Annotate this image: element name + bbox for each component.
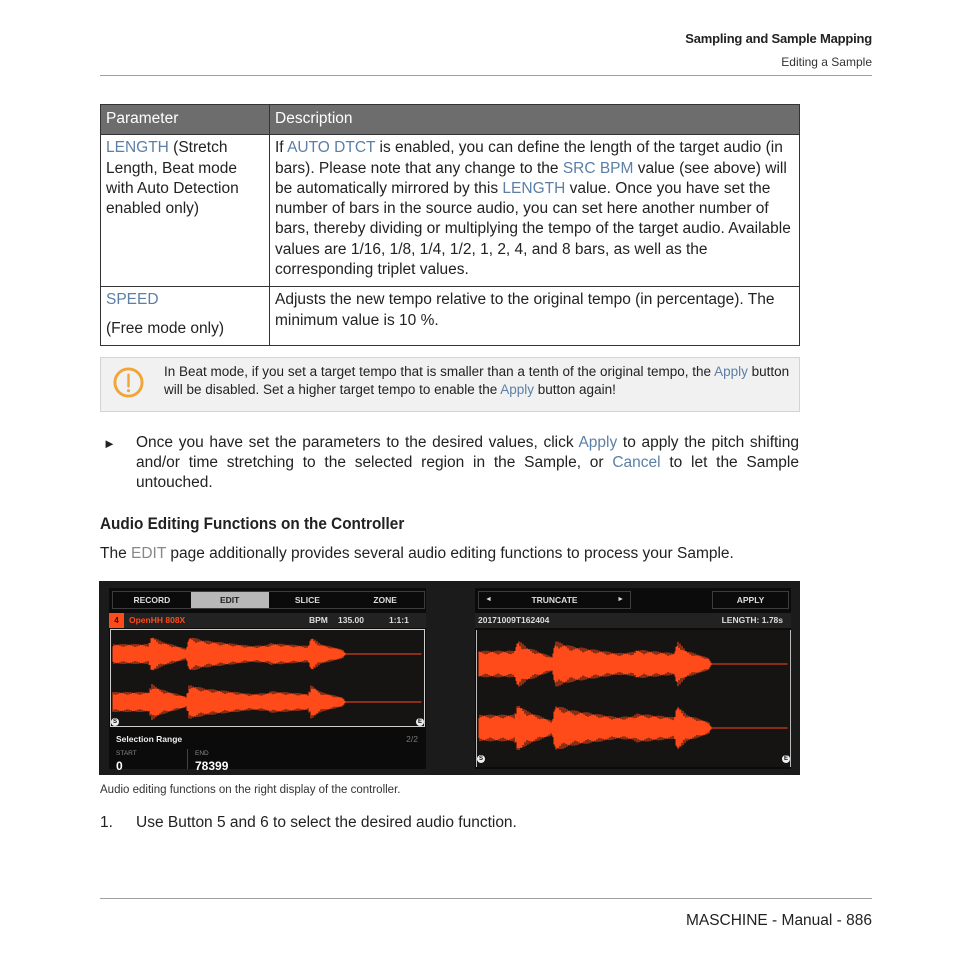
end-value[interactable]: 78399 [195,759,228,773]
end-label: END [195,750,209,757]
bullet-arrow-icon: ► [103,436,116,451]
table-row: SPEED (Free mode only) Adjusts the new te… [100,286,800,346]
tab-edit[interactable]: EDIT [190,592,269,608]
tab-record[interactable]: RECORD [113,592,191,608]
tab-slice[interactable]: SLICE [269,592,347,608]
section-title: Editing a Sample [781,55,872,69]
end-marker[interactable]: E [416,718,424,726]
apply-button[interactable]: APPLY [712,591,789,609]
function-name: TRUNCATE [531,595,578,605]
parameter-table: Parameter Description LENGTH (Stretch Le… [100,103,800,346]
description-cell: Adjusts the new tempo relative to the or… [269,286,800,346]
value-divider [187,749,188,769]
keyword-apply: Apply [500,381,535,397]
step-text: Use Button 5 and 6 to select the desired… [136,814,517,831]
slot-number: 4 [109,613,124,628]
end-marker[interactable]: E [782,755,790,763]
note-text-part: In Beat mode, if you set a target tempo … [164,364,715,379]
table-row: LENGTH (Stretch Length, Beat mode with A… [100,134,800,288]
header-divider [100,75,872,76]
description-cell: If AUTO DTCT is enabled, you can define … [269,134,800,288]
keyword-length: LENGTH [502,179,566,197]
waveform-left-channel [112,637,422,671]
waveform-path [478,641,788,687]
start-marker[interactable]: S [111,718,119,726]
bullet-text-part: Once you have set the parameters to the … [136,434,579,451]
figure-caption: Audio editing functions on the right dis… [100,784,401,796]
keyword-src-bpm: SRC BPM [562,159,634,177]
waveform-right-channel [112,683,422,721]
bpm-label: BPM [309,615,328,625]
start-value[interactable]: 0 [116,759,123,773]
sample-info-bar: 20171009T162404 LENGTH: 1.78s [475,613,791,628]
keyword-apply: Apply [578,434,618,451]
bpm-value: 135.00 [338,615,364,625]
start-marker[interactable]: S [477,755,485,763]
waveform-path [112,637,422,671]
chapter-title: Sampling and Sample Mapping [685,31,872,46]
param-keyword: LENGTH [106,139,169,157]
table-header-row: Parameter Description [100,103,800,136]
param-keyword: SPEED [106,291,159,309]
position-value: 1:1:1 [389,615,409,625]
footer-divider [100,898,872,899]
intro-text-part: page additionally provides several audio… [166,545,734,562]
left-display: RECORD EDIT SLICE ZONE 4 OpenHH 808X BPM… [109,588,426,773]
waveform-path [478,705,788,751]
column-header-description: Description [269,103,800,136]
intro-text-part: The [100,545,132,562]
sample-name: 20171009T162404 [478,615,550,625]
section-heading: Audio Editing Functions on the Controlle… [100,514,405,533]
intro-text: The EDIT page additionally provides seve… [100,545,734,563]
keyword-auto-dtct: AUTO DTCT [287,139,376,157]
param-cell: SPEED (Free mode only) [100,286,270,346]
step-number: 1. [100,814,113,831]
note-text: In Beat mode, if you set a target tempo … [164,363,796,398]
selection-range-label: Selection Range [116,734,183,744]
keyword-cancel: Cancel [612,454,661,471]
param-cell: LENGTH (Stretch Length, Beat mode with A… [100,134,270,288]
waveform-view[interactable]: S E [110,629,425,727]
waveform-right-channel [478,705,788,751]
page-indicator: 2/2 [406,734,418,744]
page-tabs: RECORD EDIT SLICE ZONE [112,591,425,609]
waveform-left-channel [478,641,788,687]
bullet-text: Once you have set the parameters to the … [136,433,799,493]
desc-text: If [275,139,288,157]
note-text-part: button again! [534,381,616,397]
param-description: (Free mode only) [106,319,225,337]
length-readout: LENGTH: 1.78s [721,615,783,625]
sample-name: OpenHH 808X [129,615,186,625]
tab-zone[interactable]: ZONE [346,592,424,608]
exclamation-circle-icon [113,367,144,398]
right-display: ◄ TRUNCATE ► APPLY 20171009T162404 LENGT… [475,588,791,769]
next-arrow-icon[interactable]: ► [617,592,624,608]
controller-displays-image: RECORD EDIT SLICE ZONE 4 OpenHH 808X BPM… [99,581,800,775]
note-box: In Beat mode, if you set a target tempo … [100,357,800,412]
column-header-parameter: Parameter [100,103,270,136]
page-footer: MASCHINE - Manual - 886 [685,912,872,929]
waveform-path [112,683,422,721]
waveform-view[interactable]: S E [476,630,791,767]
function-selector[interactable]: ◄ TRUNCATE ► [478,591,631,609]
start-label: START [116,750,137,757]
keyword-edit: EDIT [131,545,167,562]
sample-info-bar: 4 OpenHH 808X BPM 135.00 1:1:1 [109,613,426,628]
keyword-apply: Apply [714,364,748,379]
